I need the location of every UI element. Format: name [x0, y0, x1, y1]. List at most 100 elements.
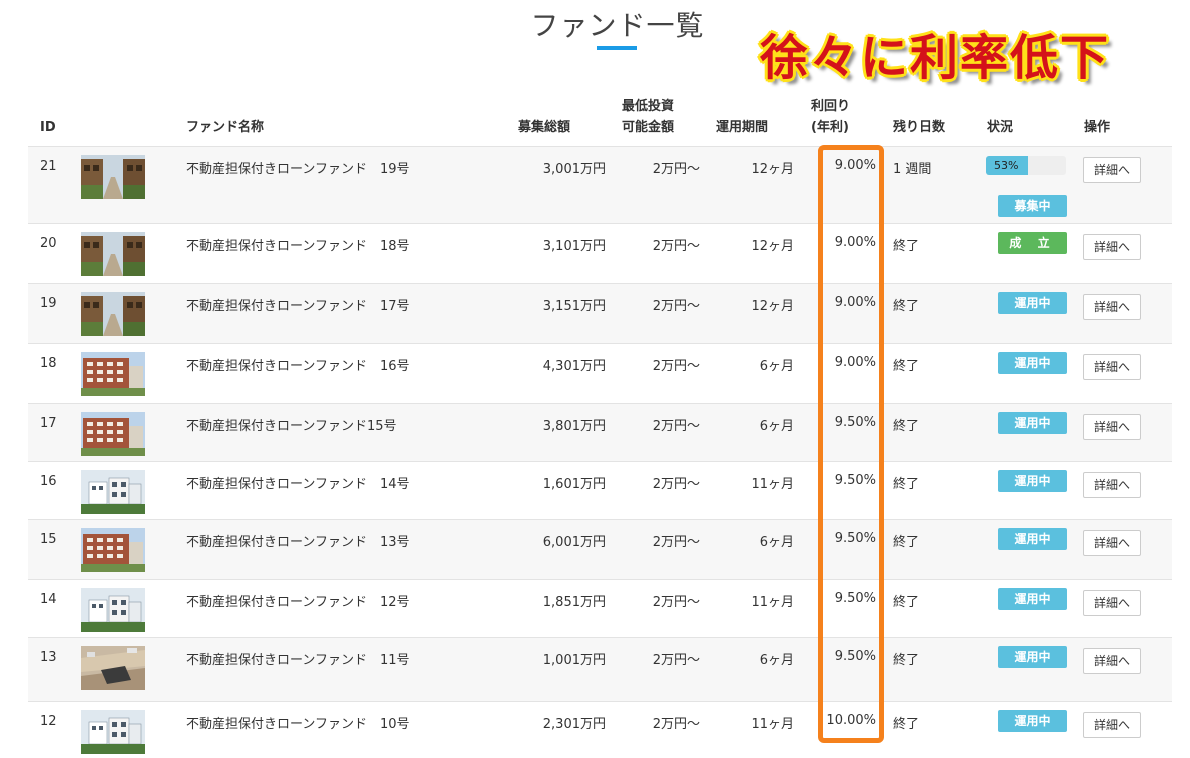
- fund-name: 不動産担保付きローンファンド 16号: [186, 359, 410, 374]
- status-badge: 運用中: [998, 710, 1067, 732]
- fund-thumbnail: [81, 352, 145, 396]
- fund-period: 11ヶ月: [751, 477, 794, 492]
- fund-period: 6ヶ月: [759, 419, 794, 434]
- fund-id: 12: [40, 714, 57, 729]
- fund-total: 1,851万円: [542, 595, 606, 610]
- fund-remaining: 1 週間: [893, 162, 932, 177]
- fund-id: 14: [40, 592, 57, 607]
- fund-min-investment: 2万円～: [652, 239, 700, 254]
- fund-min-investment: 2万円～: [652, 162, 700, 177]
- fund-total: 3,151万円: [542, 299, 606, 314]
- fund-thumbnail: [81, 528, 145, 572]
- detail-button[interactable]: 詳細へ: [1083, 530, 1141, 556]
- header-period: 運用期間: [716, 120, 769, 135]
- fund-name: 不動産担保付きローンファンド 14号: [186, 477, 410, 492]
- fund-id: 18: [40, 356, 57, 371]
- fund-id: 15: [40, 532, 57, 547]
- fund-id: 17: [40, 416, 57, 431]
- status-badge: 運用中: [998, 292, 1067, 314]
- fund-thumbnail: [81, 292, 145, 336]
- fund-min-investment: 2万円～: [652, 653, 700, 668]
- fund-remaining: 終了: [893, 359, 920, 374]
- header-id: ID: [40, 120, 56, 135]
- header-rate-line1: 利回り: [811, 99, 851, 114]
- progress-fill: 53%: [986, 156, 1029, 175]
- header-rate-line2: (年利): [811, 120, 849, 135]
- detail-button[interactable]: 詳細へ: [1083, 472, 1141, 498]
- fund-total: 3,101万円: [542, 239, 606, 254]
- header-rate: 利回り (年利): [811, 96, 850, 138]
- fund-id: 20: [40, 236, 57, 251]
- fund-min-investment: 2万円～: [652, 595, 700, 610]
- detail-button[interactable]: 詳細へ: [1083, 648, 1141, 674]
- fund-name: 不動産担保付きローンファンド 17号: [186, 299, 410, 314]
- status-badge: 運用中: [998, 352, 1067, 374]
- fund-thumbnail: [81, 470, 145, 514]
- fund-name: 不動産担保付きローンファンド 11号: [186, 653, 410, 668]
- fund-total: 3,001万円: [542, 162, 606, 177]
- header-status: 状況: [987, 120, 1014, 135]
- table-row: 13 不動産担保付きローンファンド 11号 1,001万円 2万円～ 6ヶ月 9.50% 終…: [28, 637, 1172, 702]
- fund-remaining: 終了: [893, 239, 920, 254]
- fund-thumbnail: [81, 710, 145, 754]
- detail-button[interactable]: 詳細へ: [1083, 414, 1141, 440]
- fund-total: 3,801万円: [542, 419, 606, 434]
- fund-id: 13: [40, 650, 57, 665]
- table-row: 14 不動産担保付きローンファンド 12号 1,851万円 2万円～ 11ヶ月 9.50%…: [28, 579, 1172, 638]
- status-badge: 成 立: [998, 232, 1067, 254]
- fund-thumbnail: [81, 155, 145, 199]
- header-min-line2: 可能金額: [622, 120, 675, 135]
- fund-total: 4,301万円: [542, 359, 606, 374]
- detail-button[interactable]: 詳細へ: [1083, 712, 1141, 738]
- header-action: 操作: [1084, 120, 1111, 135]
- table-row: 16 不動産担保付きローンファンド 14号 1,601万円 2万円～ 11ヶ月 9.50%…: [28, 461, 1172, 520]
- fund-name: 不動産担保付きローンファンド 19号: [186, 162, 410, 177]
- fund-thumbnail: [81, 412, 145, 456]
- annotation-overlay: 徐々に利率低下: [760, 30, 1111, 86]
- status-badge: 運用中: [998, 588, 1067, 610]
- fund-period: 12ヶ月: [751, 239, 794, 254]
- status-badge: 運用中: [998, 470, 1067, 492]
- fund-thumbnail: [81, 588, 145, 632]
- fund-remaining: 終了: [893, 535, 920, 550]
- table-row: 15 不動産担保付きローンファンド 13号 6,001万円 2万円～ 6ヶ月 9.50% 終…: [28, 519, 1172, 580]
- fund-period: 6ヶ月: [759, 359, 794, 374]
- status-badge: 運用中: [998, 412, 1067, 434]
- header-fund-name: ファンド名称: [186, 120, 265, 135]
- fund-name: 不動産担保付きローンファンド 13号: [186, 535, 410, 550]
- fund-period: 6ヶ月: [759, 535, 794, 550]
- fund-name: 不動産担保付きローンファンド 10号: [186, 717, 410, 732]
- detail-button[interactable]: 詳細へ: [1083, 590, 1141, 616]
- fund-period: 12ヶ月: [751, 162, 794, 177]
- fund-min-investment: 2万円～: [652, 717, 700, 732]
- fund-min-investment: 2万円～: [652, 359, 700, 374]
- fund-id: 21: [40, 159, 57, 174]
- fund-name: 不動産担保付きローンファンド15号: [186, 419, 397, 434]
- fund-total: 1,001万円: [542, 653, 606, 668]
- header-min-line1: 最低投資: [622, 99, 675, 114]
- header-remaining: 残り日数: [893, 120, 946, 135]
- fund-remaining: 終了: [893, 419, 920, 434]
- header-total: 募集総額: [518, 120, 571, 135]
- fund-min-investment: 2万円～: [652, 419, 700, 434]
- fund-thumbnail: [81, 232, 145, 276]
- status-badge: 運用中: [998, 646, 1067, 668]
- detail-button[interactable]: 詳細へ: [1083, 157, 1141, 183]
- fund-remaining: 終了: [893, 653, 920, 668]
- detail-button[interactable]: 詳細へ: [1083, 234, 1141, 260]
- table-row: 19 不動産担保付きローンファンド 17号 3,151万円 2万円～ 12ヶ月 9.00%…: [28, 283, 1172, 344]
- status-badge: 運用中: [998, 528, 1067, 550]
- fund-min-investment: 2万円～: [652, 535, 700, 550]
- fund-min-investment: 2万円～: [652, 477, 700, 492]
- fund-id: 16: [40, 474, 57, 489]
- detail-button[interactable]: 詳細へ: [1083, 294, 1141, 320]
- funding-progress-bar: 53%: [986, 156, 1066, 175]
- header-min-investment: 最低投資 可能金額: [622, 96, 674, 138]
- fund-thumbnail: [81, 646, 145, 690]
- fund-min-investment: 2万円～: [652, 299, 700, 314]
- table-row: 12 不動産担保付きローンファンド 10号 2,301万円 2万円～ 11ヶ月 10.00…: [28, 701, 1172, 758]
- table-row: 21 不動産担保付きローンファンド 19号 3,001万円 2万円～ 12ヶ月 9.00%…: [28, 146, 1172, 224]
- fund-remaining: 終了: [893, 717, 920, 732]
- fund-total: 2,301万円: [542, 717, 606, 732]
- detail-button[interactable]: 詳細へ: [1083, 354, 1141, 380]
